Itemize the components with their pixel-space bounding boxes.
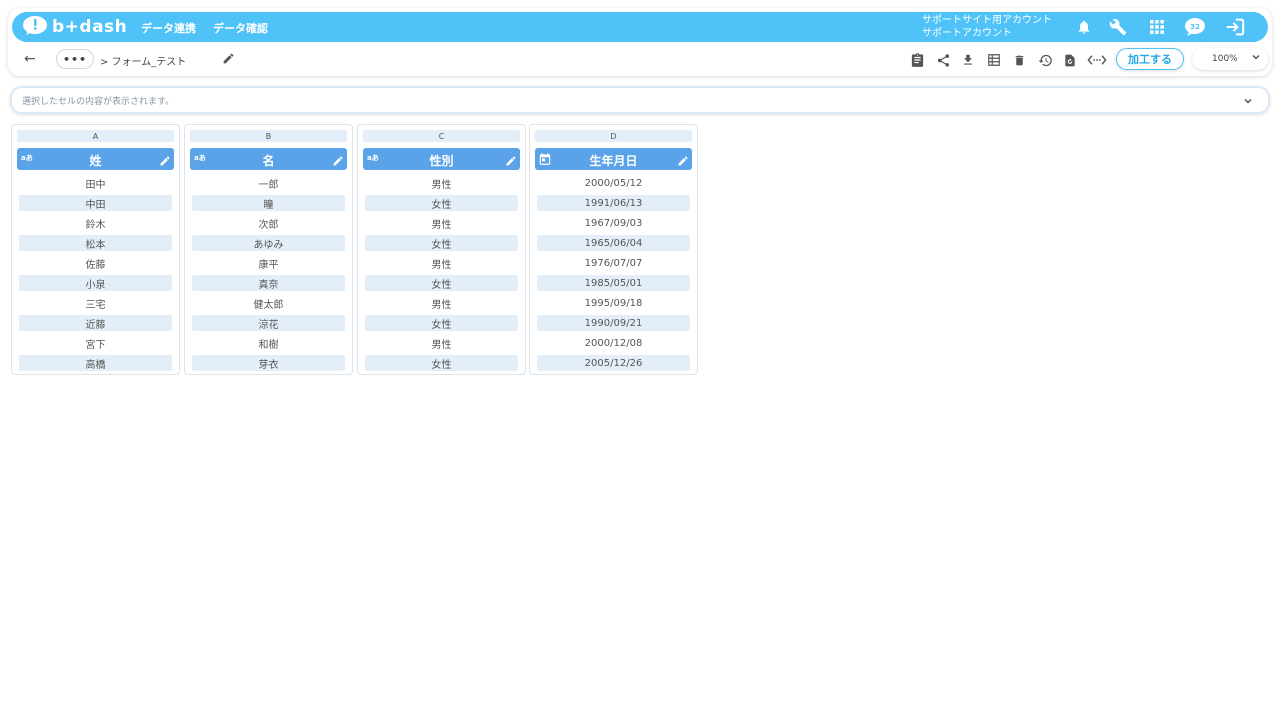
- table-cell[interactable]: 女性: [365, 355, 518, 371]
- table-cell[interactable]: 2005/12/26: [537, 355, 690, 371]
- column-header[interactable]: 生年月日: [535, 148, 692, 170]
- column-header[interactable]: aあ姓: [17, 148, 174, 170]
- code-icon[interactable]: [1086, 51, 1108, 69]
- logout-icon[interactable]: [1224, 17, 1246, 37]
- table-cell[interactable]: 芽衣: [192, 355, 345, 371]
- table-cell[interactable]: 三宅: [19, 295, 172, 311]
- edit-title-icon[interactable]: [222, 50, 235, 69]
- account-user-name: サポートアカウント: [922, 28, 1012, 39]
- table-cell[interactable]: 2000/12/08: [537, 335, 690, 351]
- share-icon[interactable]: [934, 51, 952, 69]
- wrench-icon[interactable]: [1108, 17, 1128, 37]
- table-cell[interactable]: 瞳: [192, 195, 345, 211]
- expand-chevron-icon[interactable]: [1242, 92, 1254, 111]
- table-cell[interactable]: 康平: [192, 255, 345, 271]
- column-letter[interactable]: C: [363, 130, 520, 142]
- nav-link-data-check[interactable]: データ確認: [213, 20, 268, 36]
- column-header[interactable]: aあ 性別: [363, 148, 520, 170]
- column-a: Aaあ姓田中中田鈴木松本佐藤小泉三宅近藤宮下高橋: [11, 124, 180, 375]
- edit-column-icon[interactable]: [159, 152, 171, 171]
- navbar: b+dash データ連携 データ確認 サポートサイト用アカウント サポートアカウ…: [12, 12, 1268, 42]
- table-cell[interactable]: 次郎: [192, 215, 345, 231]
- table-cell[interactable]: 1976/07/07: [537, 255, 690, 271]
- restore-icon[interactable]: [1061, 51, 1079, 69]
- column-c: Caあ 性別 男性 女性 男性 女性 男性 女性 男性 女性 男性 女性: [357, 124, 526, 375]
- table-cell[interactable]: 涼花: [192, 315, 345, 331]
- nav-link-data-integration[interactable]: データ連携: [141, 20, 196, 36]
- table-cell[interactable]: あゆみ: [192, 235, 345, 251]
- table-cell[interactable]: 1985/05/01: [537, 275, 690, 291]
- column-letter[interactable]: D: [535, 130, 692, 142]
- account-site-name: サポートサイト用アカウント: [922, 15, 1052, 26]
- table-cell[interactable]: 女性: [365, 275, 518, 291]
- back-button[interactable]: ←: [24, 51, 36, 67]
- table-cell[interactable]: 1995/09/18: [537, 295, 690, 311]
- top-card: b+dash データ連携 データ確認 サポートサイト用アカウント サポートアカウ…: [8, 8, 1272, 76]
- column-d: D 生年月日 2000/05/12 1991/06/13 1967/09/03 1965/…: [529, 124, 698, 375]
- table-view-icon[interactable]: [985, 51, 1003, 69]
- chat-badge: 32: [1190, 23, 1200, 31]
- cell-content-viewer[interactable]: 選択したセルの内容が表示されます。: [10, 86, 1270, 114]
- table-cell[interactable]: 男性: [365, 175, 518, 191]
- bell-icon[interactable]: [1074, 17, 1094, 37]
- table-cell[interactable]: 小泉: [19, 275, 172, 291]
- clipboard-icon[interactable]: [908, 51, 926, 69]
- delete-icon[interactable]: [1010, 51, 1028, 69]
- table-cell[interactable]: 女性: [365, 235, 518, 251]
- edit-column-icon[interactable]: [677, 152, 689, 171]
- column-name: 姓: [89, 154, 102, 168]
- table-cell[interactable]: 男性: [365, 215, 518, 231]
- table-cell[interactable]: 女性: [365, 195, 518, 211]
- table-cell[interactable]: 中田: [19, 195, 172, 211]
- process-button[interactable]: 加工する: [1116, 48, 1184, 70]
- table-cell[interactable]: 女性: [365, 315, 518, 331]
- logo[interactable]: b+dash: [22, 14, 127, 40]
- chevron-down-icon: [1250, 51, 1262, 66]
- table-cell[interactable]: 一郎: [192, 175, 345, 191]
- apps-grid-icon[interactable]: [1147, 17, 1167, 37]
- logo-text: b+dash: [52, 17, 128, 37]
- zoom-value: 100%: [1212, 54, 1238, 64]
- table-cell[interactable]: 宮下: [19, 335, 172, 351]
- cell-content-placeholder: 選択したセルの内容が表示されます。: [22, 97, 175, 107]
- table-cell[interactable]: 2000/05/12: [537, 175, 690, 191]
- column-name: 名: [262, 154, 275, 168]
- table-cell[interactable]: 真奈: [192, 275, 345, 291]
- breadcrumb: > フォーム_テスト: [100, 57, 187, 68]
- table-cell[interactable]: 鈴木: [19, 215, 172, 231]
- column-letter[interactable]: B: [190, 130, 347, 142]
- edit-column-icon[interactable]: [505, 152, 517, 171]
- table-cell[interactable]: 近藤: [19, 315, 172, 331]
- table-cell[interactable]: 田中: [19, 175, 172, 191]
- account-info[interactable]: サポートサイト用アカウント サポートアカウント: [922, 14, 1052, 40]
- table-cell[interactable]: 高橋: [19, 355, 172, 371]
- table-cell[interactable]: 1965/06/04: [537, 235, 690, 251]
- table-cell[interactable]: 和樹: [192, 335, 345, 351]
- chat-icon[interactable]: 32: [1184, 17, 1206, 37]
- table-cell[interactable]: 1990/09/21: [537, 315, 690, 331]
- column-header[interactable]: aあ名: [190, 148, 347, 170]
- table-cell[interactable]: 男性: [365, 335, 518, 351]
- table-cell[interactable]: 松本: [19, 235, 172, 251]
- edit-column-icon[interactable]: [332, 152, 344, 171]
- logo-cloud-icon: [22, 14, 48, 40]
- table-cell[interactable]: 男性: [365, 295, 518, 311]
- table-cell[interactable]: 健太郎: [192, 295, 345, 311]
- column-name: 性別: [429, 154, 454, 168]
- toolbar: ← ••• > フォーム_テスト 加工する 100%: [8, 46, 1272, 74]
- download-icon[interactable]: [959, 51, 977, 69]
- column-b: Baあ名一郎瞳次郎あゆみ康平真奈健太郎涼花和樹芽衣: [184, 124, 353, 375]
- column-name: 生年月日: [589, 154, 638, 168]
- table-cell[interactable]: 佐藤: [19, 255, 172, 271]
- table-cell[interactable]: 1967/09/03: [537, 215, 690, 231]
- history-icon[interactable]: [1036, 51, 1054, 69]
- table-cell[interactable]: 男性: [365, 255, 518, 271]
- zoom-select[interactable]: 100%: [1192, 48, 1268, 70]
- breadcrumb-more-button[interactable]: •••: [56, 49, 94, 69]
- column-letter[interactable]: A: [17, 130, 174, 142]
- table-cell[interactable]: 1991/06/13: [537, 195, 690, 211]
